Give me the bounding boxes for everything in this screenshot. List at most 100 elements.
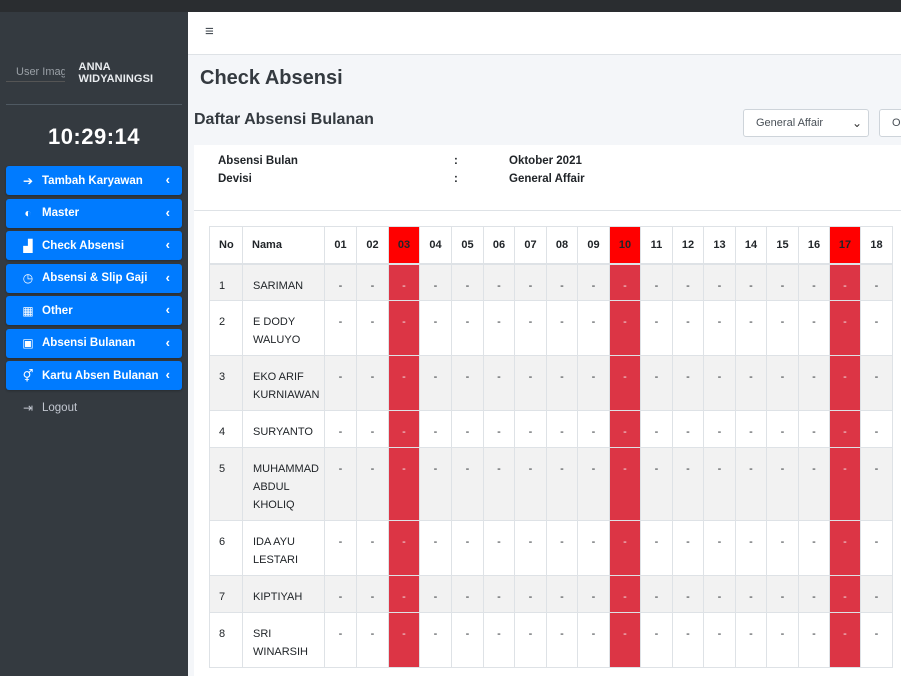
- attendance-cell-day-06: -: [483, 447, 515, 521]
- attendance-cell-day-04: -: [419, 612, 452, 668]
- attendance-cell-day-07: -: [514, 410, 547, 448]
- sidebar-item-tambah-karyawan[interactable]: ➔ Tambah Karyawan ‹: [6, 166, 182, 195]
- column-header-day-10: 10: [609, 226, 641, 265]
- sidebar-item-label: Other: [42, 304, 73, 317]
- attendance-cell-day-04: -: [419, 263, 452, 301]
- attendance-cell-day-04: -: [419, 300, 452, 356]
- table-row: 4 SURYANTO - - - - - - - - - - - - - - - - - -: [209, 410, 893, 448]
- attendance-cell-day-12: -: [672, 520, 704, 576]
- sidebar-item-absensi-bulanan[interactable]: ▣ Absensi Bulanan ‹: [6, 328, 182, 358]
- employee-name-line: E DODY: [253, 316, 296, 328]
- attendance-cell-day-14: -: [735, 447, 767, 521]
- attendance-cell-day-07: -: [514, 520, 547, 576]
- department-select[interactable]: General Affair ⌄: [743, 109, 869, 137]
- row-number: 5: [209, 447, 243, 521]
- chevron-left-icon: ‹: [165, 204, 170, 220]
- attendance-cell-day-01: -: [324, 263, 357, 301]
- sidebar-item-check-absensi[interactable]: ▟ Check Absensi ‹: [6, 231, 182, 260]
- attendance-cell-day-10: -: [609, 355, 641, 411]
- attendance-cell-day-17: -: [829, 447, 861, 521]
- attendance-cell-day-03: -: [388, 612, 420, 668]
- attendance-cell-day-16: -: [798, 447, 830, 521]
- sidebar-item-absensi-slip-gaji[interactable]: ◷ Absensi & Slip Gaji ‹: [6, 263, 182, 293]
- sidebar-item-kartu-absen-bulanan[interactable]: ⚥ Kartu Absen Bulanan ‹: [6, 361, 182, 390]
- column-header-day-03: 03: [388, 226, 420, 265]
- attendance-cell-day-15: -: [766, 355, 799, 411]
- filter-button[interactable]: O: [879, 109, 901, 137]
- attendance-cell-day-09: -: [577, 300, 610, 356]
- sidebar-item-logout[interactable]: ⇥ Logout: [6, 394, 182, 423]
- employee-name-line: MUHAMMAD: [253, 463, 319, 475]
- transgender-icon: ⚥: [22, 368, 34, 383]
- attendance-cell-day-11: -: [640, 355, 673, 411]
- table-row: 1 SARIMAN - - - - - - - - - - - - - - - - - -: [209, 263, 893, 301]
- attendance-cell-day-12: -: [672, 300, 704, 356]
- attendance-cell-day-15: -: [766, 263, 799, 301]
- attendance-cell-day-14: -: [735, 575, 767, 613]
- table-icon: ▦: [22, 303, 34, 318]
- sidebar-item-other[interactable]: ▦ Other ‹: [6, 296, 182, 325]
- attendance-cell-day-13: -: [703, 612, 736, 668]
- attendance-cell-day-10: -: [609, 410, 641, 448]
- row-number: 1: [209, 263, 243, 301]
- attendance-cell-day-08: -: [546, 612, 578, 668]
- user-avatar[interactable]: User Image: [6, 64, 65, 82]
- attendance-cell-day-03: -: [388, 575, 420, 613]
- chevron-left-icon: ‹: [165, 367, 170, 382]
- attendance-cell-day-05: -: [451, 300, 484, 356]
- attendance-cell-day-15: -: [766, 410, 799, 448]
- attendance-cell-day-18: -: [860, 520, 893, 576]
- column-header-day-18: 18: [860, 226, 893, 265]
- column-header-name: Nama: [242, 226, 325, 265]
- attendance-cell-day-17: -: [829, 300, 861, 356]
- row-number: 2: [209, 300, 243, 356]
- info-card: Absensi Bulan : Oktober 2021 Devisi : Ge…: [194, 145, 901, 211]
- division-value: General Affair: [509, 173, 585, 185]
- attendance-cell-day-02: -: [356, 447, 389, 521]
- sidebar-item-label: Master: [42, 207, 80, 219]
- attendance-cell-day-12: -: [672, 575, 704, 613]
- employee-name-line: KIPTIYAH: [253, 591, 303, 603]
- attendance-cell-day-17: -: [829, 575, 861, 613]
- attendance-cell-day-18: -: [860, 355, 893, 411]
- attendance-cell-day-07: -: [514, 612, 547, 668]
- attendance-cell-day-11: -: [640, 612, 673, 668]
- attendance-cell-day-16: -: [798, 612, 830, 668]
- sidebar-item-label: Absensi & Slip Gaji: [42, 272, 148, 284]
- table-row: 8 SRI WINARSIH - - - - - - - - - - - - - - - - - -: [209, 612, 893, 668]
- user-name[interactable]: ANNA WIDYANINGSI: [79, 61, 182, 85]
- user-panel[interactable]: User Image ANNA WIDYANINGSI: [6, 54, 182, 92]
- table-row: 6 IDA AYU LESTARI - - - - - - - - - - - - - - - - - -: [209, 520, 893, 576]
- attendance-cell-day-16: -: [798, 355, 830, 411]
- browser-top-strip: [0, 0, 901, 12]
- attendance-cell-day-13: -: [703, 410, 736, 448]
- employee-name-line: SARIMAN: [253, 279, 304, 292]
- attendance-cell-day-14: -: [735, 520, 767, 576]
- attendance-cell-day-14: -: [735, 263, 767, 301]
- attendance-cell-day-01: -: [324, 410, 357, 448]
- menu-toggle-icon[interactable]: ≡: [205, 23, 214, 40]
- month-label: Absensi Bulan: [218, 155, 298, 167]
- month-value: Oktober 2021: [509, 155, 582, 167]
- sidebar-item-master[interactable]: ◐ Master ‹: [6, 198, 182, 228]
- employee-name: E DODY WALUYO: [242, 300, 325, 356]
- attendance-table-card: No Nama 01 02 03 04 05 06 07 08 09 10 11 12 13 14 15 16 17…: [194, 211, 901, 676]
- table-row: 5 MUHAMMAD ABDUL KHOLIQ - - - - - - - - - - - - - - - - - -: [209, 447, 893, 521]
- attendance-cell-day-02: -: [356, 575, 389, 613]
- attendance-cell-day-02: -: [356, 612, 389, 668]
- dashboard-icon: ◐: [24, 206, 32, 220]
- attendance-cell-day-05: -: [451, 355, 484, 411]
- attendance-cell-day-05: -: [451, 263, 484, 301]
- attendance-cell-day-10: -: [609, 300, 641, 356]
- attendance-cell-day-01: -: [324, 612, 357, 668]
- employee-name-line: KURNIAWAN: [253, 389, 320, 401]
- attendance-cell-day-09: -: [577, 355, 610, 411]
- attendance-cell-day-06: -: [483, 410, 515, 448]
- table-row: 2E DODY WALUYO - - - - - - - - - - - - - - - - - -: [209, 300, 893, 356]
- attendance-cell-day-02: -: [356, 410, 389, 448]
- attendance-cell-day-02: -: [356, 263, 389, 301]
- attendance-cell-day-08: -: [546, 263, 578, 301]
- employee-name-line: WINARSIH: [253, 646, 308, 658]
- attendance-cell-day-15: -: [766, 612, 799, 668]
- employee-name: SURYANTO: [242, 410, 325, 448]
